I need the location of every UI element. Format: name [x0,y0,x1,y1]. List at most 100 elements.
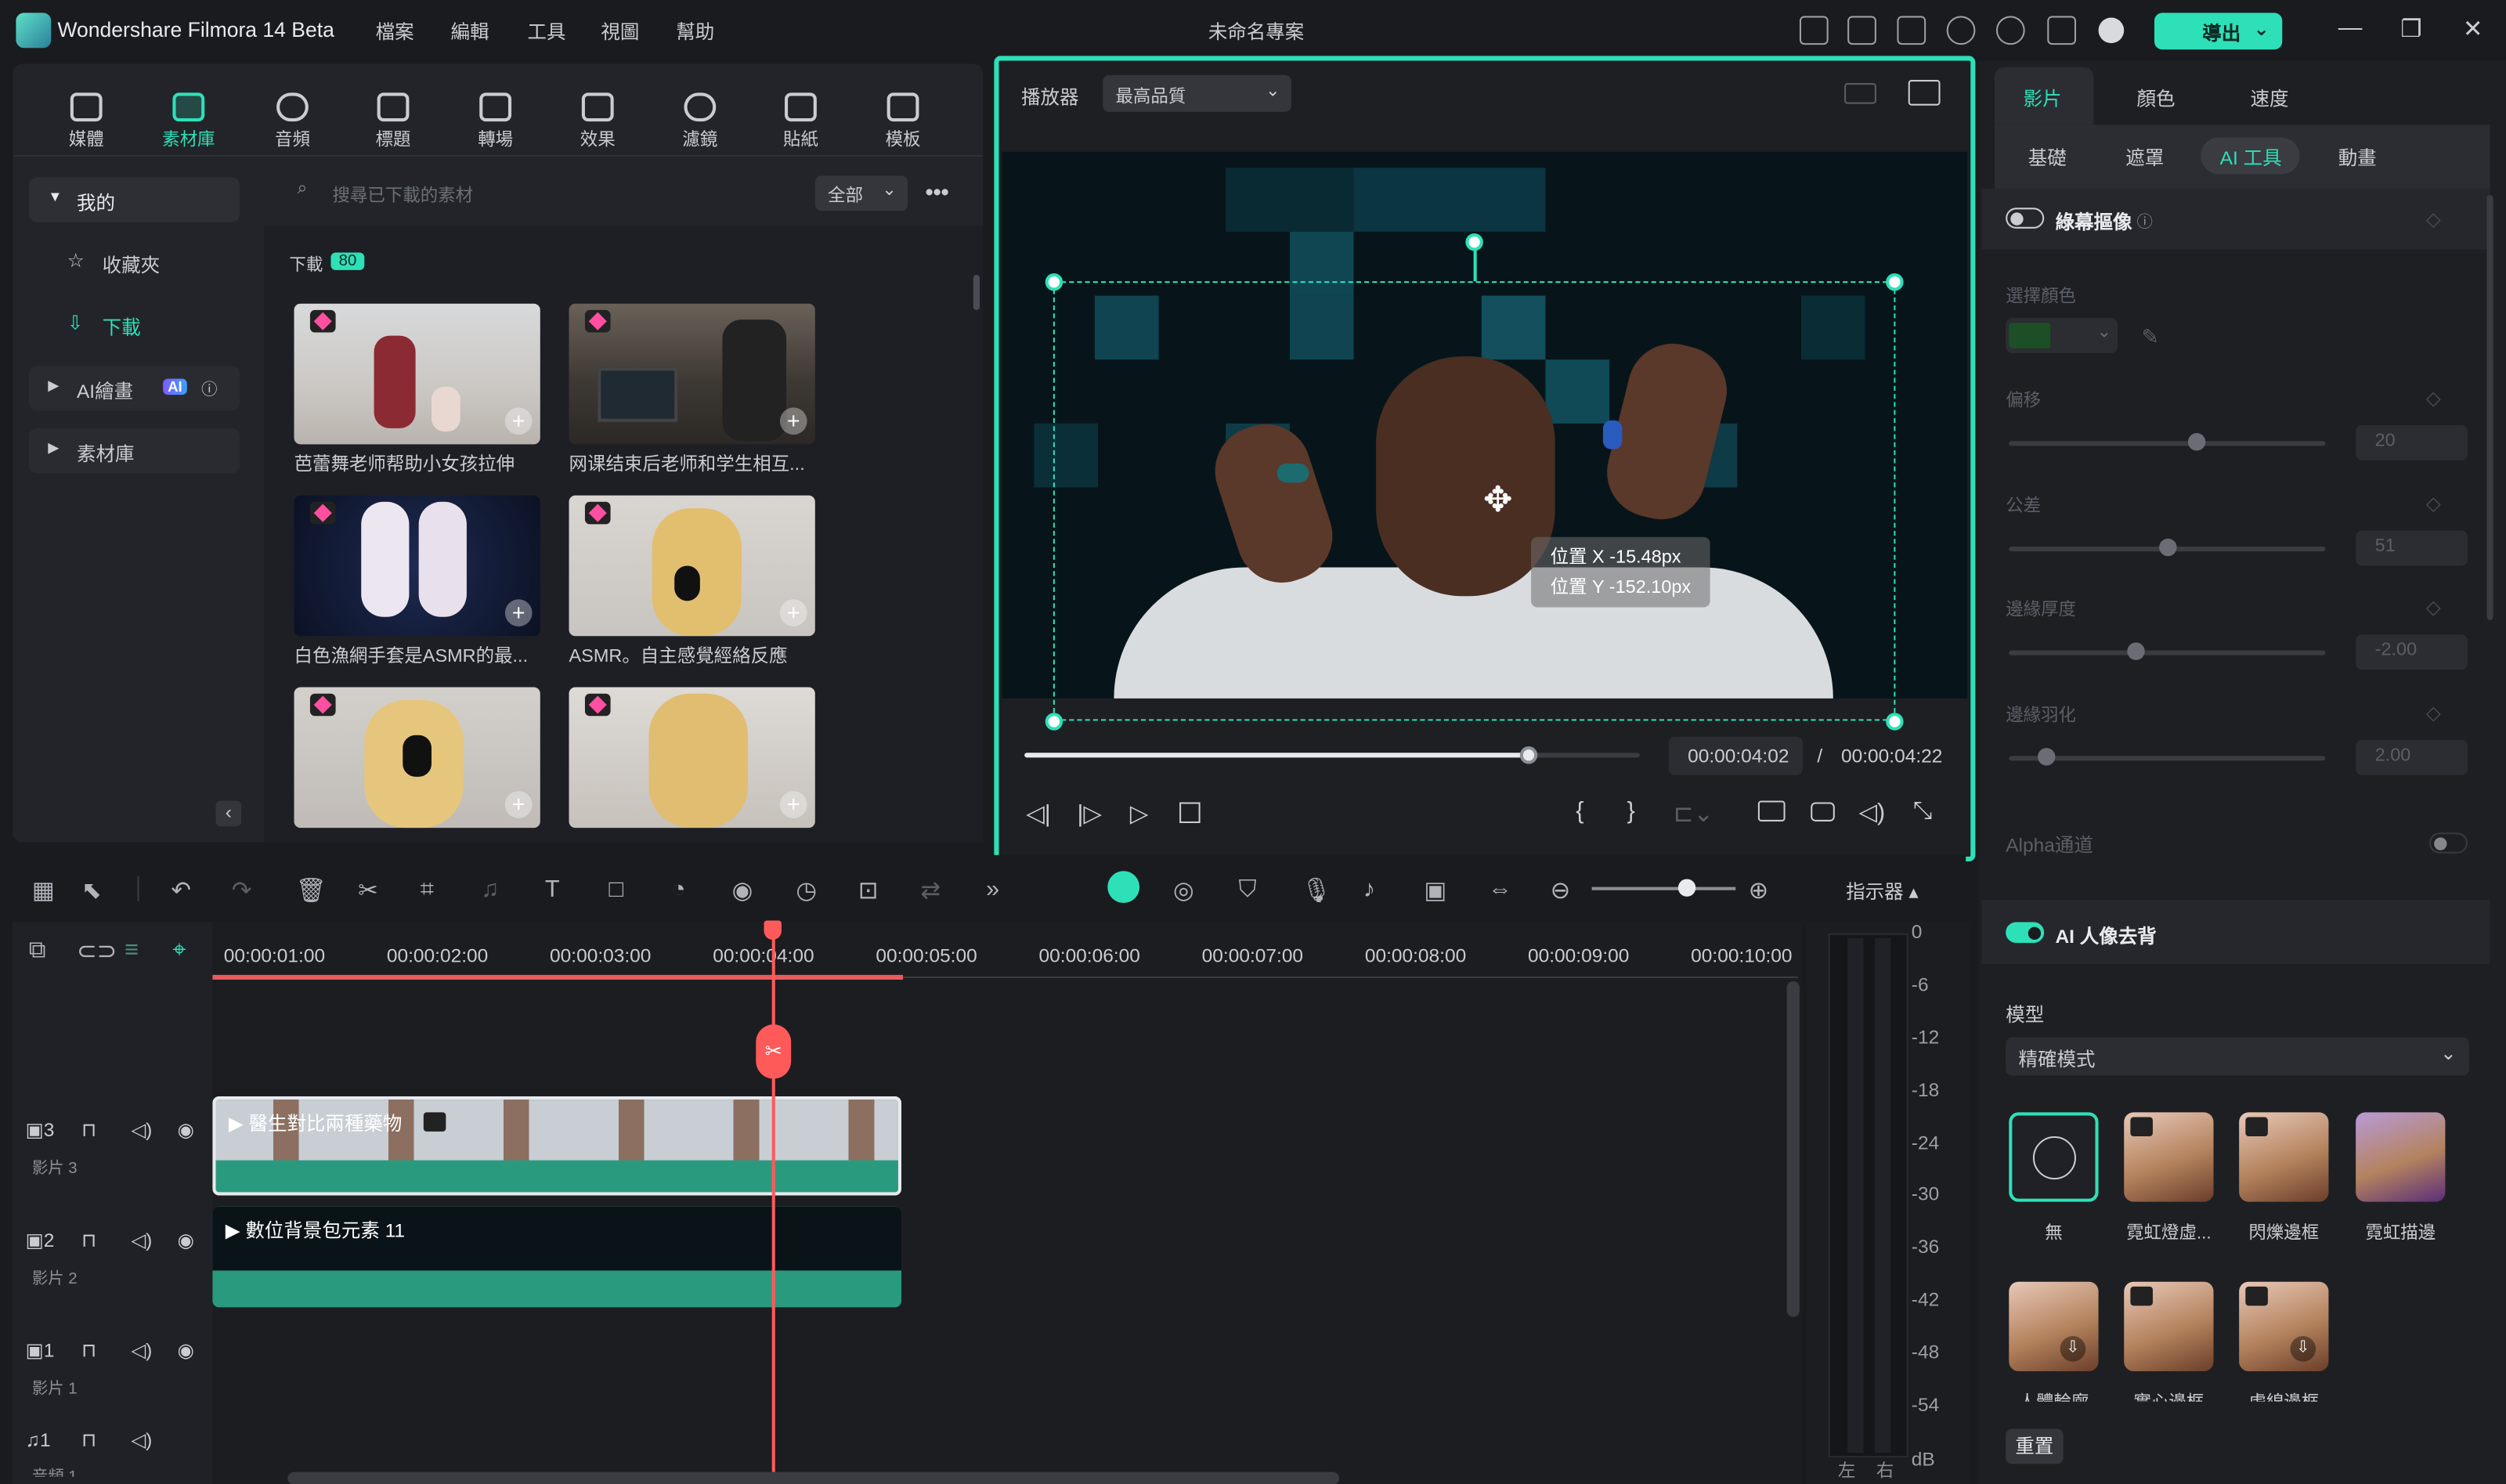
marker-icon[interactable]: ⛉ [1239,876,1257,903]
keyframe-diamond-icon[interactable]: ◇ [2426,208,2441,230]
selection-box[interactable] [1053,281,1896,721]
zoom-out-icon[interactable]: ⊖ [1551,876,1571,904]
audio-mixer-icon[interactable]: ♪ [1363,876,1375,903]
mark-in-icon[interactable]: { [1576,797,1583,825]
lock-icon[interactable]: ⊓ [81,1428,96,1451]
text-icon[interactable]: T [545,876,560,903]
resize-handle-tl[interactable] [1045,273,1063,291]
eye-icon[interactable]: ◉ [178,1339,194,1362]
preset-solid-border[interactable] [2124,1281,2214,1372]
undo-icon[interactable]: ↶ [171,876,191,904]
restore-icon[interactable]: ❐ [2400,14,2421,43]
audio-edit-icon[interactable]: ♫ [481,876,499,903]
timeline-hscrollbar[interactable] [287,1471,1340,1484]
collapse-sidebar-button[interactable]: ‹ [215,800,242,827]
media-search-input[interactable]: ⌕ 搜尋已下載的素材 [284,175,811,211]
edge-thickness-slider[interactable] [2009,650,2326,655]
add-icon[interactable]: + [504,407,533,435]
rotate-handle[interactable] [1465,233,1483,251]
quality-dropdown[interactable]: 最高品質 ⌄ [1103,74,1291,112]
preset-neon-glow[interactable] [2124,1112,2214,1202]
toolbar-titles[interactable]: 標題 [358,92,428,152]
camera-icon[interactable] [1811,802,1835,821]
menu-view[interactable]: 視圖 [601,17,639,45]
render-icon[interactable]: ◎ [1173,876,1194,904]
microphone-icon[interactable]: 🎙 [1301,876,1331,904]
menu-edit[interactable]: 編輯 [451,17,489,45]
toolbar-effects[interactable]: 效果 [562,92,633,152]
eye-icon[interactable]: ◉ [178,1229,194,1251]
subtab-animation[interactable]: 動畫 [2338,144,2377,172]
eyedropper-icon[interactable]: ✎ [2142,324,2159,350]
add-icon[interactable]: + [779,407,807,435]
add-track-icon[interactable]: ⧉ [29,937,46,964]
add-icon[interactable]: + [779,599,807,626]
tolerance-knob[interactable] [2159,538,2177,557]
indicator-dropdown[interactable]: 指示器 ▴ [1846,877,1919,904]
edge-thickness-knob[interactable] [2127,642,2145,660]
alpha-channel-toggle[interactable] [2429,832,2468,854]
offset-slider[interactable] [2009,441,2326,446]
media-thumb-class[interactable]: + [569,303,815,445]
snapshot-image-icon[interactable] [1908,80,1941,106]
sidebar-downloads[interactable]: ⇩ 下載 [29,302,240,347]
tab-color[interactable]: 顏色 [2137,85,2176,112]
eye-icon[interactable]: ◉ [178,1119,194,1142]
resize-handle-bl[interactable] [1045,713,1063,731]
preset-flash-border[interactable] [2239,1112,2329,1202]
edge-thickness-value[interactable]: -2.00 [2356,634,2468,670]
edge-feather-slider[interactable] [2009,756,2326,761]
ai-copilot-icon[interactable] [1107,871,1140,904]
edge-feather-value[interactable]: 2.00 [2356,739,2468,775]
avatar[interactable] [2098,17,2125,44]
magnet-icon[interactable]: ≡ [125,937,139,964]
timeline-vscrollbar[interactable] [1786,981,1800,1317]
playhead-handle[interactable] [764,920,782,940]
minimize-icon[interactable]: — [2338,14,2363,42]
preset-neon-outline[interactable] [2356,1112,2446,1202]
preview-render-icon[interactable]: ▣ [1424,876,1446,904]
mark-out-icon[interactable]: } [1627,797,1635,825]
speaker-icon[interactable]: ◁) [131,1428,152,1451]
subtab-basic[interactable]: 基礎 [2028,144,2067,172]
toolbar-transitions[interactable]: 轉場 [460,92,531,152]
volume-icon[interactable]: ◁) [1858,797,1885,826]
toolbar-audio[interactable]: 音頻 [258,92,328,152]
color-palette-icon[interactable]: ◉ [732,876,753,904]
tab-video[interactable]: 影片 [2024,85,2062,112]
fit-icon[interactable]: ⇔ [1488,876,1512,903]
more-options-icon[interactable]: ••• [926,179,949,205]
help-icon[interactable]: ⓘ [2137,208,2153,231]
split-icon[interactable]: ✂ [358,876,378,904]
menu-file[interactable]: 檔案 [376,17,414,45]
play-icon[interactable]: ▷ [1130,799,1149,828]
media-filter-dropdown[interactable]: 全部 ⌄ [814,175,908,211]
subtab-ai-tools[interactable]: AI 工具 [2220,144,2282,172]
cloud-icon[interactable] [1946,16,1976,45]
delete-icon[interactable]: 🗑 [296,876,327,904]
lock-icon[interactable]: ⊓ [81,1339,96,1362]
media-thumb-ballet[interactable]: + [294,303,540,445]
menu-help[interactable]: 幫助 [676,17,714,45]
compare-view-icon[interactable] [1844,83,1876,104]
snap-icon[interactable]: ⌖ [172,937,186,964]
timer-icon[interactable]: ◷ [796,876,817,904]
toolbar-media[interactable]: 媒體 [51,92,121,152]
toolbar-templates[interactable]: 模板 [868,92,938,152]
panel-scrollbar[interactable] [2486,194,2493,620]
redo-icon[interactable]: ↷ [232,876,252,904]
zoom-slider[interactable] [1591,886,1736,890]
color-picker-dropdown[interactable]: ⌄ [2006,318,2118,354]
calendar-icon[interactable] [1799,16,1829,45]
speaker-icon[interactable]: ◁) [131,1229,152,1251]
subtab-mask[interactable]: 遮罩 [2125,144,2164,172]
stop-icon[interactable] [1179,802,1201,824]
export-button[interactable]: 導出 ⌄ [2154,13,2283,50]
progress-knob[interactable] [1519,746,1537,764]
video-clip-background[interactable]: ▶ 數位背景包元素 11 [212,1206,902,1308]
monitor-icon[interactable] [1847,16,1876,45]
keyframe-diamond-icon[interactable]: ◇ [2426,596,2441,619]
tab-speed[interactable]: 速度 [2250,85,2288,112]
ai-crop-icon[interactable]: ⊡ [858,876,879,904]
next-frame-icon[interactable]: |▷ [1077,799,1102,828]
